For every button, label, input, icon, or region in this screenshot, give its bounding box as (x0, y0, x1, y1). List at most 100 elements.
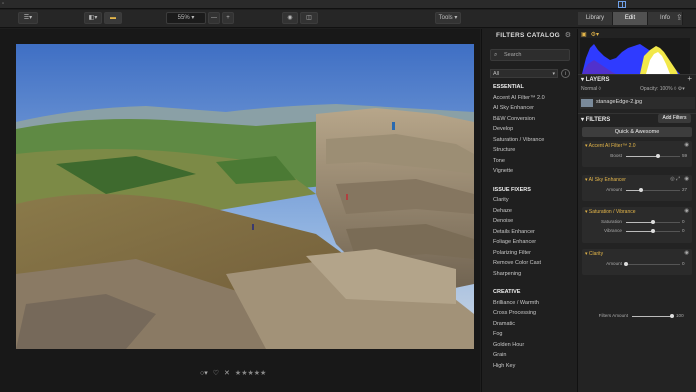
category-value: All (493, 71, 500, 77)
filters-amount-slider[interactable] (632, 314, 674, 318)
slider-knob[interactable] (651, 229, 655, 233)
slider-track[interactable] (626, 188, 680, 192)
blend-mode-select[interactable]: Normal ◊ (581, 86, 601, 92)
catalog-filter-item[interactable]: AI Sky Enhancer (493, 103, 571, 114)
catalog-filter-item[interactable]: Structure (493, 145, 571, 156)
add-filters-button[interactable]: Add Filters (658, 114, 691, 123)
slider-fill (632, 316, 672, 317)
add-layer-icon[interactable]: + (687, 74, 692, 83)
view-menu-button[interactable]: ☰▾ (18, 12, 38, 24)
preview-eye-button[interactable]: ◉ (282, 12, 298, 24)
gear-icon[interactable]: ⚙ (565, 31, 571, 39)
visibility-eye-icon[interactable]: ◉ (684, 208, 689, 214)
catalog-filter-item[interactable]: Dramatic (493, 319, 571, 330)
catalog-filter-item[interactable]: Clarity (493, 195, 571, 206)
filter-name: AI Sky Enhancer (588, 177, 626, 183)
gear-icon[interactable]: ⚙▾ (591, 31, 599, 38)
visibility-eye-icon[interactable]: ◉ (684, 250, 689, 256)
slider-value: 0 (682, 228, 685, 233)
share-icon[interactable]: ⇪ (676, 13, 683, 22)
catalog-filter-item[interactable]: Fog (493, 329, 571, 340)
catalog-filter-item[interactable]: Dehaze (493, 206, 571, 217)
catalog-filter-item[interactable]: Polarizing Filter (493, 248, 571, 259)
filter-card-title[interactable]: ▾ AI Sky Enhancer (585, 177, 626, 183)
histogram-toolbar: ▣ ⚙▾ (581, 31, 599, 38)
filter-card-title[interactable]: ▾ Accent AI Filter™ 2.0 (585, 143, 636, 149)
filter-card-saturation-vibrance[interactable]: ▾ Saturation / Vibrance ◉ Saturation 0 Vibra… (582, 207, 692, 243)
catalog-filter-item[interactable]: Develop (493, 124, 571, 135)
catalog-title: FILTERS CATALOG (495, 32, 561, 39)
chevron-down-icon[interactable]: ▾ (581, 77, 584, 83)
slider-track[interactable] (624, 262, 680, 266)
compare-button[interactable]: ◫ (300, 12, 318, 24)
tab-library[interactable]: Library (578, 12, 613, 25)
catalog-filter-item[interactable]: Golden Hour (493, 340, 571, 351)
info-icon[interactable]: i (561, 69, 570, 78)
slider-track[interactable] (626, 154, 680, 158)
reject-icon[interactable]: ✕ (224, 369, 230, 377)
filters-amount-row: Filters Amount 100 (582, 312, 694, 320)
slider-track[interactable] (626, 229, 680, 233)
slider-knob[interactable] (651, 220, 655, 224)
zoom-value: 55% (177, 15, 190, 21)
catalog-filter-item[interactable]: Vignette (493, 166, 571, 177)
histogram-icon[interactable]: ▣ (581, 31, 587, 38)
slider-track[interactable] (626, 220, 680, 224)
catalog-filter-item[interactable]: High Key (493, 361, 571, 372)
panel-toggle-button[interactable]: ◧▾ (84, 12, 102, 24)
layers-title: ▾ LAYERS (581, 76, 609, 83)
catalog-filter-item[interactable]: Tone (493, 156, 571, 167)
search-input[interactable]: ⌕ Search (490, 49, 570, 61)
catalog-filter-item[interactable]: Denoise (493, 216, 571, 227)
section-divider (493, 177, 571, 185)
visibility-eye-icon[interactable]: ◉ (684, 176, 689, 182)
slider-value: 0 (682, 261, 685, 266)
catalog-filter-item[interactable]: Remove Color Cast (493, 258, 571, 269)
catalog-filter-item[interactable]: Accent AI Filter™ 2.0 (493, 93, 571, 104)
filter-card-title[interactable]: ▾ Clarity (585, 251, 603, 257)
catalog-filter-item[interactable]: B&W Conversion (493, 114, 571, 125)
catalog-filter-item[interactable]: Foliage Enhancer (493, 237, 571, 248)
catalog-filter-item[interactable]: Grain (493, 350, 571, 361)
search-placeholder: Search (504, 52, 522, 58)
filter-card-clarity[interactable]: ▾ Clarity ◉ Amount 0 (582, 249, 692, 275)
slider-knob[interactable] (624, 262, 628, 266)
mask-brush-icon[interactable]: ◎ ⤢ (670, 176, 680, 182)
catalog-filter-item[interactable]: Brilliance / Warmth (493, 298, 571, 309)
tools-menu-button[interactable]: Tools ▾ (435, 12, 461, 24)
star-icon[interactable]: ★ (260, 370, 266, 377)
catalog-filter-item[interactable]: Details Enhancer (493, 227, 571, 238)
image-canvas[interactable]: ○▾ ♡ ✕ ★★★★★ (0, 29, 480, 392)
filter-card-title[interactable]: ▾ Saturation / Vibrance (585, 209, 636, 215)
category-select[interactable]: All ▾ (490, 69, 558, 78)
catalog-filter-item[interactable]: Saturation / Vibrance (493, 135, 571, 146)
zoom-select[interactable]: 55% ▾ (166, 12, 206, 24)
catalog-filter-item[interactable]: Sharpening (493, 269, 571, 280)
slider-knob[interactable] (670, 314, 674, 318)
zoom-out-button[interactable]: — (208, 12, 220, 24)
slider-fill (626, 231, 653, 232)
zoom-in-button[interactable]: + (222, 12, 234, 24)
star-rating[interactable]: ★★★★★ (235, 369, 266, 377)
layer-item[interactable]: stanageEdge-2.jpg (580, 97, 695, 109)
filter-card-ai-sky-enhancer[interactable]: ▾ AI Sky Enhancer ◎ ⤢ ◉ Amount 27 (582, 175, 692, 201)
window-layout-icon[interactable] (618, 1, 626, 8)
filmstrip-button[interactable]: ▬ (104, 12, 122, 24)
slider-fill (626, 156, 658, 157)
layer-thumbnail (581, 99, 593, 107)
app-menu-icon[interactable]: ▫ (2, 1, 4, 7)
quick-awesome-button[interactable]: Quick & Awesome (582, 127, 692, 137)
slider-knob[interactable] (655, 154, 660, 158)
visibility-eye-icon[interactable]: ◉ (684, 142, 689, 148)
flag-icon[interactable]: ○▾ (200, 369, 208, 377)
catalog-filter-item[interactable]: Cross Processing (493, 308, 571, 319)
opacity-control[interactable]: Opacity: 100% ◊ ⚙▾ (640, 86, 685, 92)
filter-card-accent-ai[interactable]: ▾ Accent AI Filter™ 2.0 ◉ Boost 59 (582, 141, 692, 167)
image-rating-bar: ○▾ ♡ ✕ ★★★★★ (200, 369, 266, 377)
slider-knob[interactable] (638, 188, 643, 192)
catalog-section-title: ISSUE FIXERS (493, 186, 531, 193)
chevron-down-icon[interactable]: ▾ (581, 117, 584, 123)
heart-icon[interactable]: ♡ (213, 369, 219, 377)
slider-label: Vibrance (603, 228, 622, 233)
tab-edit[interactable]: Edit (613, 12, 648, 25)
